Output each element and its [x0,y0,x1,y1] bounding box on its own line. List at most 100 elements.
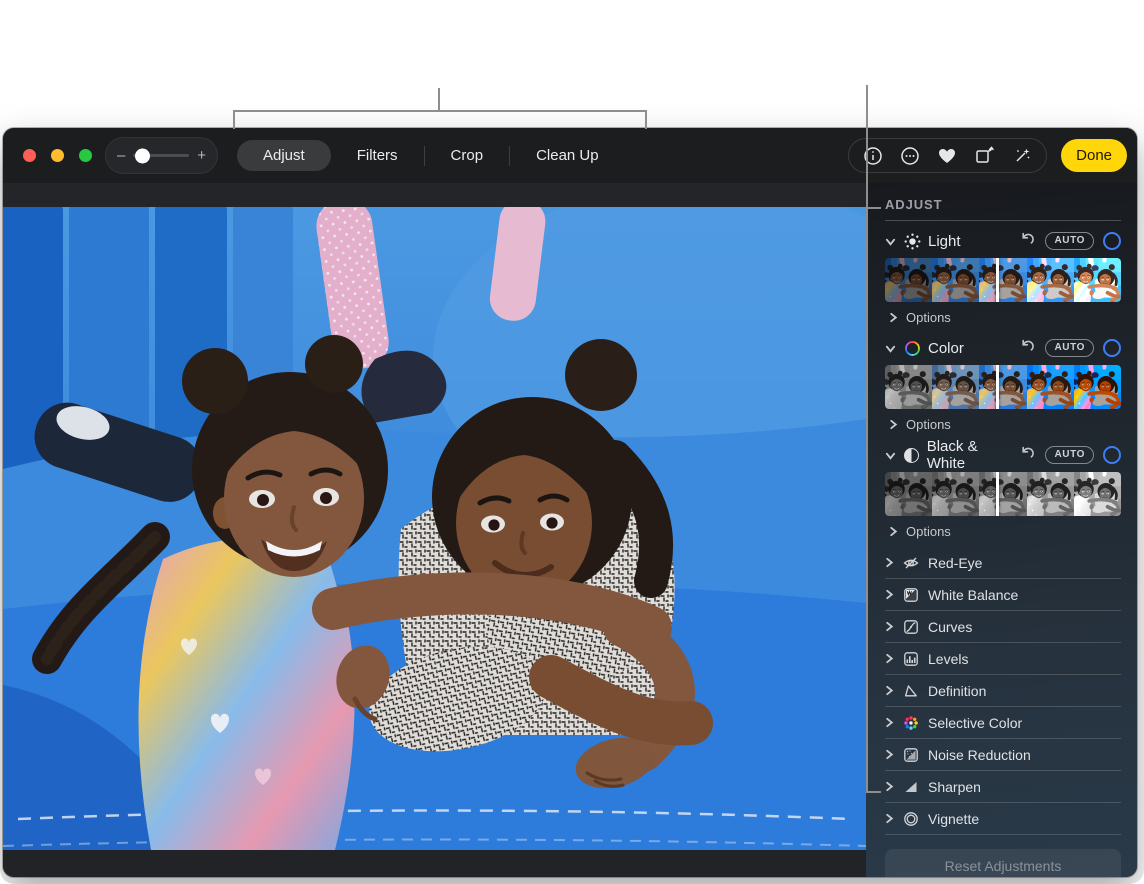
chevron-down-icon[interactable] [885,236,896,247]
zoom-slider-track[interactable] [133,148,190,163]
bw-thumb[interactable] [885,472,933,516]
photo-canvas[interactable] [3,207,866,850]
bw-thumb[interactable] [979,472,1027,516]
auto-button-light[interactable]: AUTO [1045,232,1094,250]
black-white-options-label: Options [906,524,951,539]
section-black-white: Black & White AUTO Options [885,438,1121,544]
bw-thumb[interactable] [1073,472,1121,516]
sidebar-divider [885,220,1121,221]
section-light-label: Light [928,232,961,250]
color-thumb[interactable] [979,365,1027,409]
color-options[interactable]: Options [885,412,1121,437]
callout-tick-bottom [868,791,881,793]
light-thumb[interactable] [885,258,933,302]
tool-label: Definition [928,682,987,699]
tool-row-red-eye[interactable]: Red-Eye [885,547,1121,579]
tool-row-levels[interactable]: Levels [885,643,1121,675]
black-white-options[interactable]: Options [885,519,1121,544]
window-controls [23,149,92,162]
tool-row-white-balance[interactable]: White Balance [885,579,1121,611]
enable-toggle-color[interactable] [1103,339,1121,357]
selective-color-icon [903,715,919,731]
color-thumb[interactable] [1026,365,1074,409]
tool-row-selective-color[interactable]: Selective Color [885,707,1121,739]
chevron-right-icon [889,312,898,323]
bw-thumb[interactable] [932,472,980,516]
light-thumb[interactable] [1026,258,1074,302]
light-strip-handle[interactable] [995,258,999,302]
tool-label: Curves [928,618,973,635]
fullscreen-button[interactable] [79,149,92,162]
tab-crop[interactable]: Crop [425,140,510,171]
callout-bracket-stem [438,88,440,112]
light-options[interactable]: Options [885,305,1121,330]
light-thumb[interactable] [1073,258,1121,302]
undo-icon[interactable] [1020,231,1036,252]
minimize-button[interactable] [51,149,64,162]
tab-adjust-label: Adjust [263,147,305,164]
tool-label: Sharpen [928,778,981,795]
rotate-icon[interactable] [974,145,995,166]
bw-thumb[interactable] [1026,472,1074,516]
chevron-down-icon[interactable] [885,343,896,354]
color-thumb[interactable] [1073,365,1121,409]
enable-toggle-light[interactable] [1103,232,1121,250]
undo-icon[interactable] [1020,445,1036,466]
photo-letterbox-top [3,183,866,207]
black-white-strip[interactable] [885,472,1121,516]
tab-adjust[interactable]: Adjust [237,140,331,171]
color-thumb[interactable] [885,365,933,409]
chevron-right-icon [885,621,894,632]
tool-row-noise-reduction[interactable]: Noise Reduction [885,739,1121,771]
auto-enhance-icon[interactable] [1012,146,1032,166]
chevron-right-icon [885,781,894,792]
tab-clean-up[interactable]: Clean Up [510,140,625,171]
photos-edit-window: – + Adjust Filters Crop Clean Up Done AD… [3,128,1137,877]
tab-clean-up-label: Clean Up [536,147,599,164]
light-thumb[interactable] [979,258,1027,302]
half-circle-icon [903,446,920,464]
section-light: Light AUTO Options [885,226,1121,330]
auto-button-color[interactable]: AUTO [1045,339,1094,357]
light-thumb[interactable] [932,258,980,302]
zoom-in-icon[interactable]: + [197,148,206,163]
chevron-right-icon [889,419,898,430]
enable-toggle-black-white[interactable] [1103,446,1121,464]
levels-icon [903,651,919,667]
adjust-sidebar: ADJUST Light AUTO Options Color AUTO Opt… [866,183,1137,877]
chevron-right-icon [885,749,894,760]
callout-tick-top [868,207,881,209]
tool-row-curves[interactable]: Curves [885,611,1121,643]
definition-icon [903,683,919,699]
done-button[interactable]: Done [1061,139,1127,172]
tool-label: Red-Eye [928,554,983,571]
noise-reduction-icon [903,747,919,763]
zoom-slider[interactable]: – + [105,137,218,174]
close-button[interactable] [23,149,36,162]
color-strip-handle[interactable] [995,365,999,409]
sun-icon [903,232,921,250]
help-figure-page: – + Adjust Filters Crop Clean Up Done AD… [0,0,1144,884]
auto-button-black-white[interactable]: AUTO [1045,446,1094,464]
undo-icon[interactable] [1020,338,1036,359]
chevron-right-icon [889,526,898,537]
callout-bracket-tabs [233,110,647,129]
chevron-down-icon[interactable] [885,450,896,461]
tool-label: White Balance [928,586,1019,603]
favorite-icon[interactable] [937,146,957,166]
color-thumb[interactable] [932,365,980,409]
tool-row-vignette[interactable]: Vignette [885,803,1121,835]
tool-row-definition[interactable]: Definition [885,675,1121,707]
tool-row-sharpen[interactable]: Sharpen [885,771,1121,803]
zoom-out-icon[interactable]: – [117,148,125,163]
red-eye-icon [903,555,919,571]
light-intensity-strip[interactable] [885,258,1121,302]
white-balance-icon [903,587,919,603]
bw-strip-handle[interactable] [995,472,999,516]
tab-filters-label: Filters [356,147,398,164]
zoom-slider-knob[interactable] [135,148,151,163]
more-icon[interactable] [900,146,920,166]
color-saturation-strip[interactable] [885,365,1121,409]
tab-filters[interactable]: Filters [331,140,424,171]
reset-adjustments-button[interactable]: Reset Adjustments [885,849,1121,877]
